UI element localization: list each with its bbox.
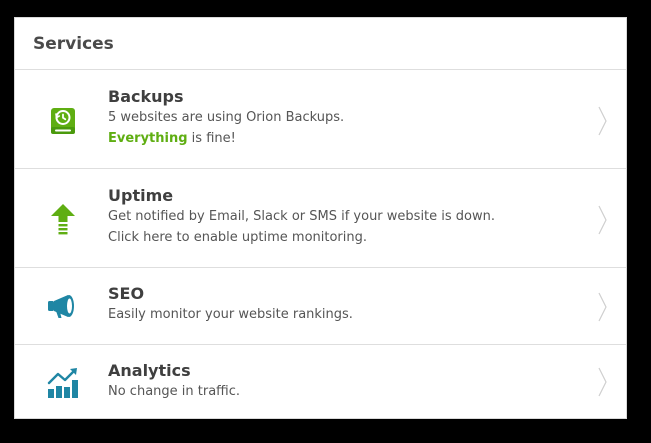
service-title: Analytics xyxy=(108,361,191,380)
chevron-right-icon xyxy=(598,106,607,136)
backup-drive-icon xyxy=(43,101,83,141)
seo-text: SEO Easily monitor your website rankings… xyxy=(108,284,586,325)
service-link[interactable]: Click here to enable uptime monitoring. xyxy=(108,227,586,248)
panel-header: Services xyxy=(15,18,626,70)
service-description: Easily monitor your website rankings. xyxy=(108,307,353,322)
service-description: No change in traffic. xyxy=(108,384,241,399)
status-rest: is fine! xyxy=(187,131,236,146)
chevron-right-icon xyxy=(598,292,607,322)
service-description: 5 websites are using Orion Backups. xyxy=(108,110,345,125)
service-row-backups[interactable]: Backups 5 websites are using Orion Backu… xyxy=(15,70,626,169)
uptime-text: Uptime Get notified by Email, Slack or S… xyxy=(108,186,586,248)
service-description: Get notified by Email, Slack or SMS if y… xyxy=(108,209,496,224)
analytics-text: Analytics No change in traffic. xyxy=(108,361,586,402)
service-status: Everything is fine! xyxy=(108,128,586,149)
services-panel: Services Backups 5 websites are using Or… xyxy=(14,17,627,419)
chevron-right-icon xyxy=(598,205,607,235)
analytics-chart-icon xyxy=(43,362,83,402)
service-title: SEO xyxy=(108,284,145,303)
chevron-right-icon xyxy=(598,367,607,397)
uptime-arrow-icon xyxy=(43,199,83,239)
megaphone-icon xyxy=(43,286,83,326)
service-title: Uptime xyxy=(108,186,174,205)
status-highlight: Everything xyxy=(108,131,188,146)
panel-title: Services xyxy=(33,33,114,54)
service-row-uptime[interactable]: Uptime Get notified by Email, Slack or S… xyxy=(15,169,626,268)
service-title: Backups xyxy=(108,87,184,106)
service-row-seo[interactable]: SEO Easily monitor your website rankings… xyxy=(15,268,626,345)
service-row-analytics[interactable]: Analytics No change in traffic. xyxy=(15,345,626,419)
backups-text: Backups 5 websites are using Orion Backu… xyxy=(108,87,586,149)
